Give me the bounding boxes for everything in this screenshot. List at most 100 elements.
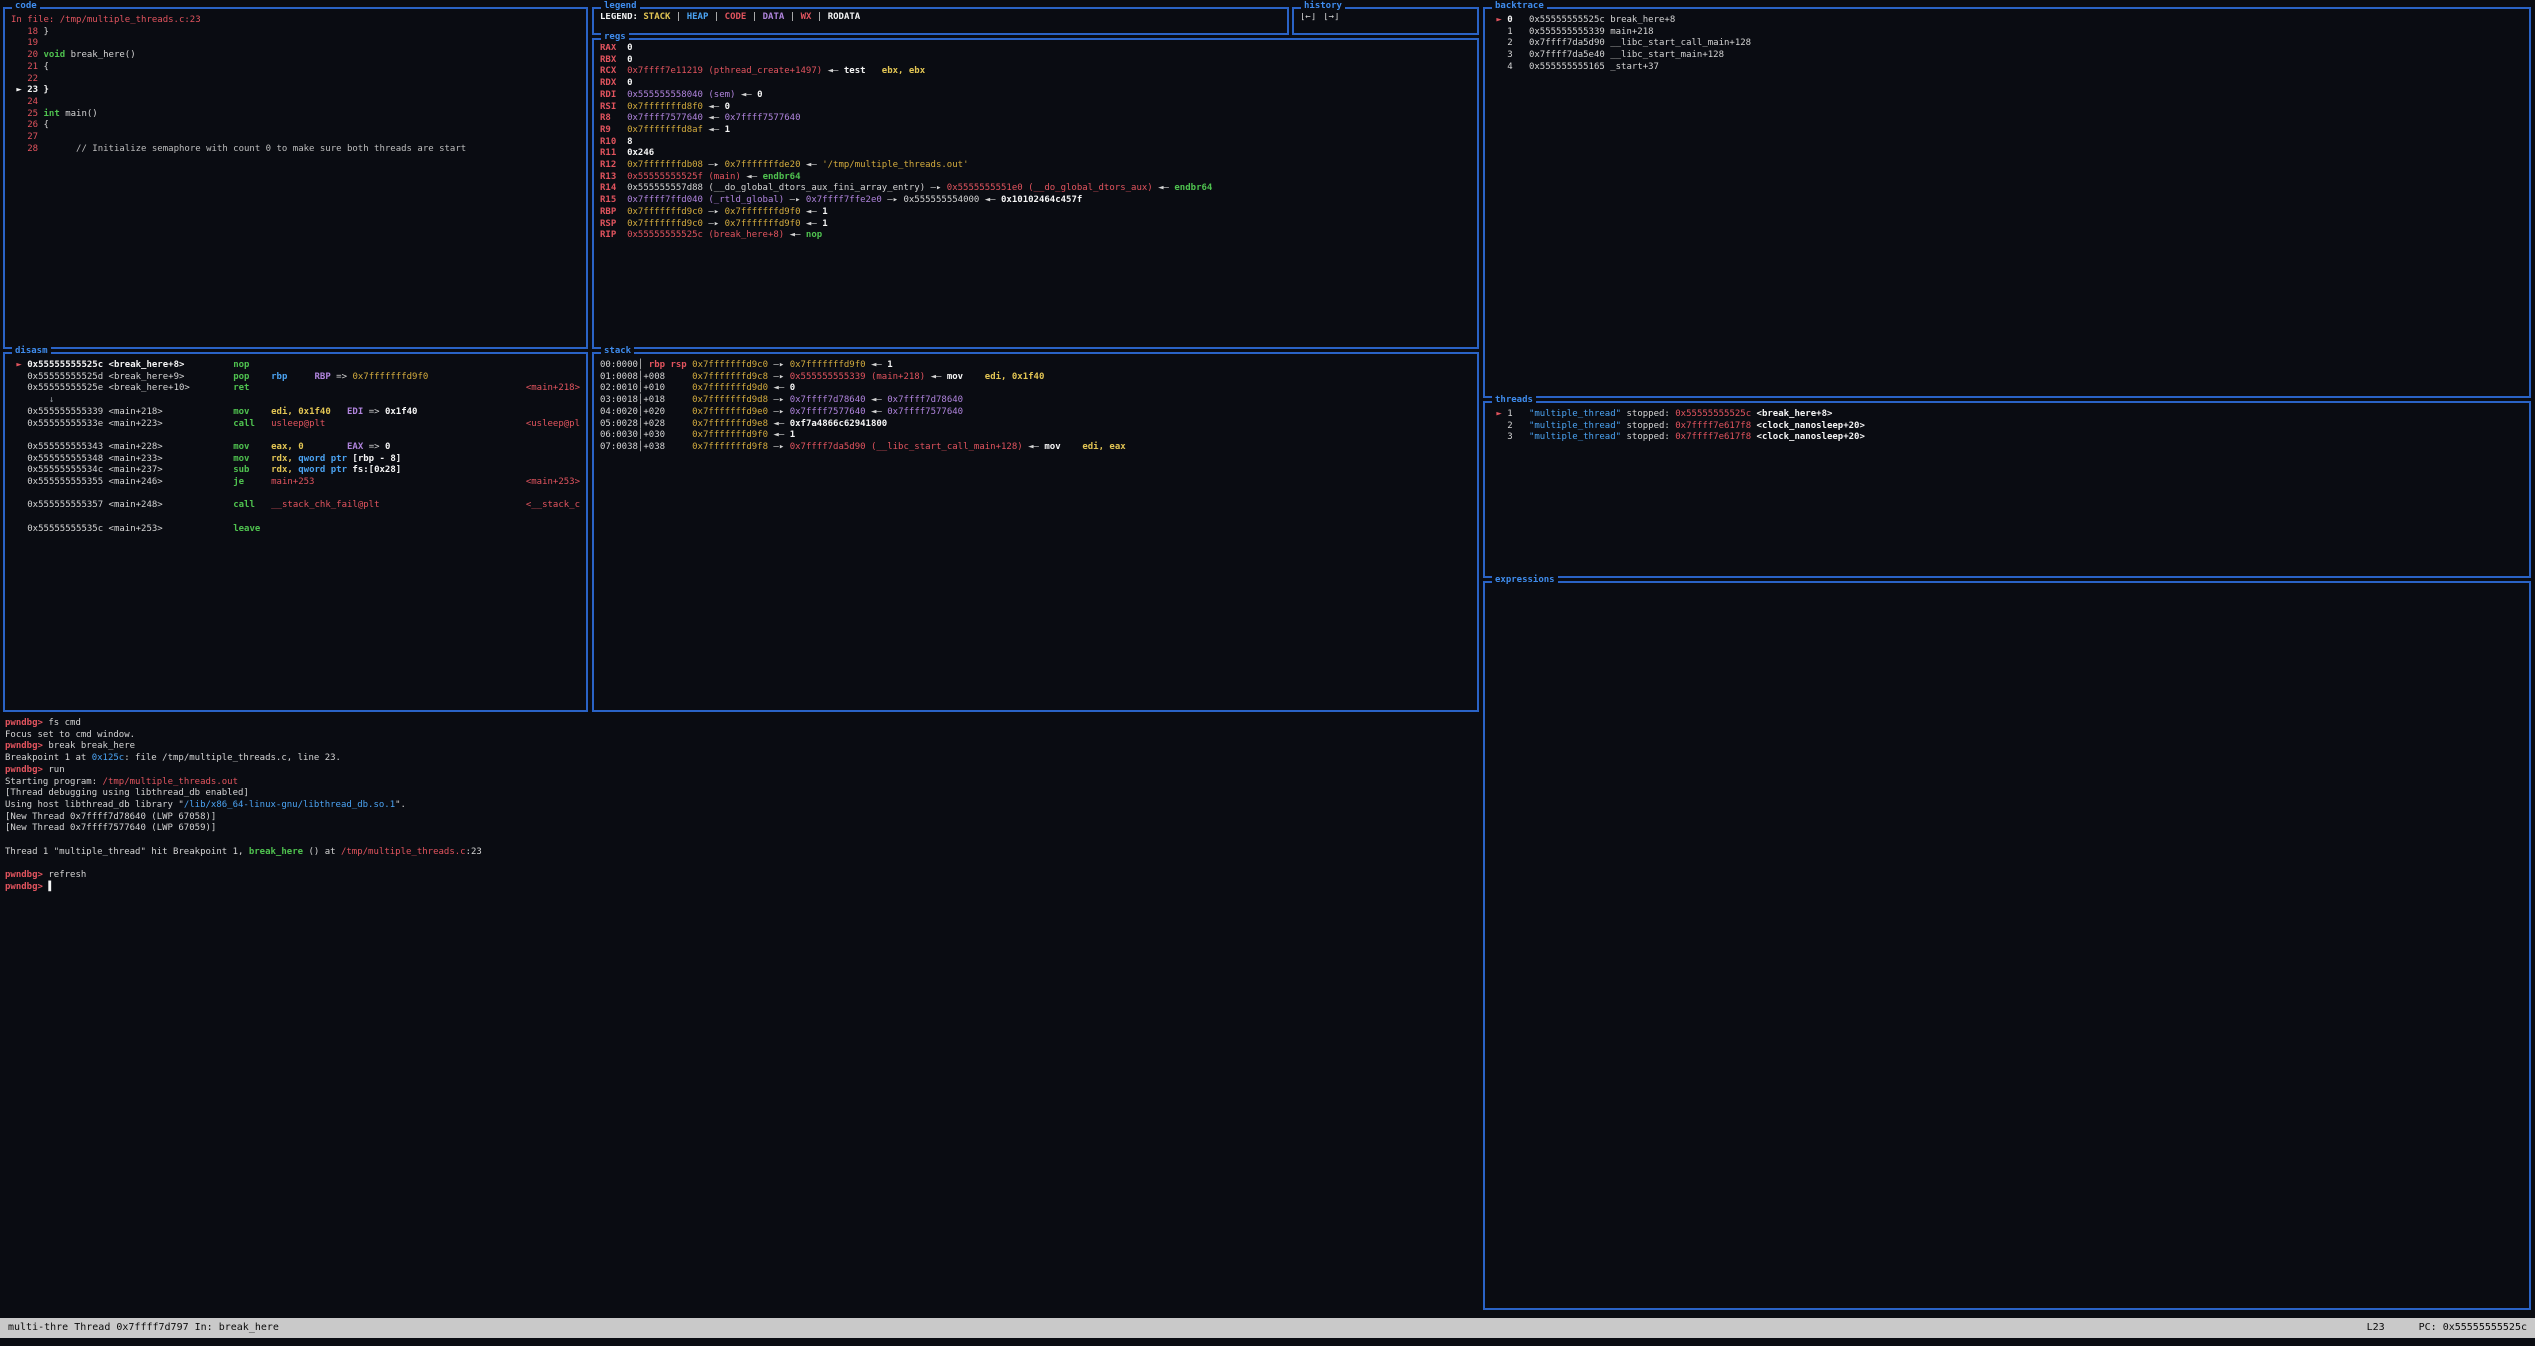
text-line: 04:0020│+020 0x7fffffffd9e0 —▸ 0x7ffff75… — [600, 407, 1471, 419]
text-line: RDX 0 — [600, 78, 1471, 90]
text-line: ► 23 } — [11, 85, 580, 97]
disasm-content: ► 0x55555555525c <break_here+8> nop 0x55… — [5, 354, 586, 710]
text-line: R14 0x555555557d88 (__do_global_dtors_au… — [600, 183, 1471, 195]
text-line: Breakpoint 1 at 0x125c: file /tmp/multip… — [5, 753, 1477, 765]
text-line — [11, 512, 580, 524]
text-line: RCX 0x7ffff7e11219 (pthread_create+1497)… — [600, 66, 1471, 78]
text-line: R8 0x7ffff7577640 ◄— 0x7ffff7577640 — [600, 113, 1471, 125]
text-line: 0x555555555343 <main+228> mov eax, 0 EAX… — [11, 442, 580, 454]
text-line: 4 0x555555555165 _start+37 — [1491, 62, 2523, 74]
text-line: pwndbg> ▌ — [5, 882, 1477, 894]
text-line: [Thread debugging using libthread_db ena… — [5, 788, 1477, 800]
text-line: Using host libthread_db library "/lib/x8… — [5, 800, 1477, 812]
text-line: pwndbg> refresh — [5, 870, 1477, 882]
text-line: 25 int main() — [11, 109, 580, 121]
text-line: RIP 0x55555555525c (break_here+8) ◄— nop — [600, 230, 1471, 242]
code-panel: code In file: /tmp/multiple_threads.c:23… — [3, 7, 588, 349]
text-line: 0x555555555348 <main+233> mov rdx, qword… — [11, 454, 580, 466]
text-line: RBX 0 — [600, 55, 1471, 67]
history-back-button[interactable]: [←] — [1300, 12, 1316, 22]
text-line: RSI 0x7fffffffd8f0 ◄— 0 — [600, 102, 1471, 114]
legend-panel: legend LEGEND: STACK | HEAP | CODE | DAT… — [592, 7, 1289, 35]
code-panel-title: code — [12, 1, 40, 13]
text-line: 02:0010│+010 0x7fffffffd9d0 ◄— 0 — [600, 383, 1471, 395]
text-line: Focus set to cmd window. — [5, 730, 1477, 742]
text-line: 06:0030│+030 0x7fffffffd9f0 ◄— 1 — [600, 430, 1471, 442]
threads-panel-title: threads — [1492, 395, 1536, 407]
stack-content: 00:0000│ rbp rsp 0x7fffffffd9c0 —▸ 0x7ff… — [594, 354, 1477, 710]
text-line: 0x55555555525d <break_here+9> pop rbp RB… — [11, 372, 580, 384]
text-line: 03:0018│+018 0x7fffffffd9d8 —▸ 0x7ffff7d… — [600, 395, 1471, 407]
status-left-text: multi-thre Thread 0x7ffff7d797 In: break… — [8, 1318, 279, 1338]
disasm-panel-title: disasm — [12, 346, 51, 358]
registers-panel: regs RAX 0RBX 0RCX 0x7ffff7e11219 (pthre… — [592, 38, 1479, 349]
text-line: 3 "multiple_thread" stopped: 0x7ffff7e61… — [1491, 432, 2523, 444]
stack-panel-title: stack — [601, 346, 634, 358]
text-line: ► 1 "multiple_thread" stopped: 0x5555555… — [1491, 409, 2523, 421]
text-line: ► 0x55555555525c <break_here+8> nop — [11, 360, 580, 372]
text-line: RAX 0 — [600, 43, 1471, 55]
text-line: 27 — [11, 132, 580, 144]
text-line: 26 { — [11, 120, 580, 132]
text-line: 0x55555555533e <main+223> call usleep@pl… — [11, 419, 580, 431]
text-line: [New Thread 0x7ffff7577640 (LWP 67059)] — [5, 823, 1477, 835]
text-line: RDI 0x555555558040 (sem) ◄— 0 — [600, 90, 1471, 102]
text-line: 0x555555555339 <main+218> mov edi, 0x1f4… — [11, 407, 580, 419]
text-line: pwndbg> break break_here — [5, 741, 1477, 753]
backtrace-panel-title: backtrace — [1492, 1, 1547, 13]
backtrace-panel: backtrace ► 0 0x55555555525c break_here+… — [1483, 7, 2531, 398]
stack-panel: stack 00:0000│ rbp rsp 0x7fffffffd9c0 —▸… — [592, 352, 1479, 712]
text-line: In file: /tmp/multiple_threads.c:23 — [11, 15, 580, 27]
text-line: 2 "multiple_thread" stopped: 0x7ffff7e61… — [1491, 421, 2523, 433]
text-line: 05:0028│+028 0x7fffffffd9e8 ◄— 0xf7a4866… — [600, 419, 1471, 431]
text-line: 07:0038│+038 0x7fffffffd9f8 —▸ 0x7ffff7d… — [600, 442, 1471, 454]
text-line: 1 0x555555555339 main+218 — [1491, 27, 2523, 39]
threads-panel: threads ► 1 "multiple_thread" stopped: 0… — [1483, 401, 2531, 578]
text-line: Starting program: /tmp/multiple_threads.… — [5, 777, 1477, 789]
text-line — [5, 858, 1477, 870]
text-line: 0x55555555534c <main+237> sub rdx, qword… — [11, 465, 580, 477]
text-line: 0x55555555535c <main+253> leave — [11, 524, 580, 536]
text-line: pwndbg> run — [5, 765, 1477, 777]
history-forward-button[interactable]: [→] — [1323, 12, 1339, 22]
terminal-output[interactable]: pwndbg> fs cmdFocus set to cmd window.pw… — [5, 718, 1477, 894]
text-line: 19 — [11, 38, 580, 50]
text-line: Thread 1 "multiple_thread" hit Breakpoin… — [5, 847, 1477, 859]
legend-panel-title: legend — [601, 1, 640, 13]
text-line: 3 0x7ffff7da5e40 __libc_start_main+128 — [1491, 50, 2523, 62]
text-line: 21 { — [11, 62, 580, 74]
text-line: 24 — [11, 97, 580, 109]
text-line: 2 0x7ffff7da5d90 __libc_start_call_main+… — [1491, 38, 2523, 50]
text-line: ↓ — [11, 395, 580, 407]
expressions-panel-title: expressions — [1492, 575, 1558, 587]
text-line: 01:0008│+008 0x7fffffffd9c8 —▸ 0x5555555… — [600, 372, 1471, 384]
text-line: RSP 0x7fffffffd9c0 —▸ 0x7fffffffd9f0 ◄— … — [600, 219, 1471, 231]
history-panel-title: history — [1301, 1, 1345, 13]
text-line: R9 0x7fffffffd8af ◄— 1 — [600, 125, 1471, 137]
text-line: R12 0x7fffffffdb08 —▸ 0x7fffffffde20 ◄— … — [600, 160, 1471, 172]
text-line: RBP 0x7fffffffd9c0 —▸ 0x7fffffffd9f0 ◄— … — [600, 207, 1471, 219]
text-line: R10 8 — [600, 137, 1471, 149]
backtrace-content: ► 0 0x55555555525c break_here+8 1 0x5555… — [1485, 9, 2529, 396]
text-line: R11 0x246 — [600, 148, 1471, 160]
text-line: 20 void break_here() — [11, 50, 580, 62]
disasm-panel: disasm ► 0x55555555525c <break_here+8> n… — [3, 352, 588, 712]
status-pc: PC: 0x55555555525c — [2419, 1322, 2527, 1333]
text-line: 0x55555555525e <break_here+10> ret<main+… — [11, 383, 580, 395]
registers-content: RAX 0RBX 0RCX 0x7ffff7e11219 (pthread_cr… — [594, 40, 1477, 347]
threads-content: ► 1 "multiple_thread" stopped: 0x5555555… — [1485, 403, 2529, 576]
text-line: ► 0 0x55555555525c break_here+8 — [1491, 15, 2523, 27]
text-line: 00:0000│ rbp rsp 0x7fffffffd9c0 —▸ 0x7ff… — [600, 360, 1471, 372]
text-line: LEGEND: STACK | HEAP | CODE | DATA | WX … — [600, 12, 1281, 24]
registers-panel-title: regs — [601, 32, 629, 44]
text-line: R15 0x7ffff7ffd040 (_rtld_global) —▸ 0x7… — [600, 195, 1471, 207]
status-right-group: L23PC: 0x55555555525c — [2367, 1318, 2527, 1338]
text-line: 22 — [11, 74, 580, 86]
text-line: 18 } — [11, 27, 580, 39]
text-line: 28 // Initialize semaphore with count 0 … — [11, 144, 580, 156]
expressions-panel: expressions — [1483, 581, 2531, 1310]
text-line — [5, 835, 1477, 847]
expressions-content — [1485, 583, 2529, 1308]
text-line: 0x555555555357 <main+248> call __stack_c… — [11, 500, 580, 512]
code-content: In file: /tmp/multiple_threads.c:23 18 }… — [5, 9, 586, 347]
